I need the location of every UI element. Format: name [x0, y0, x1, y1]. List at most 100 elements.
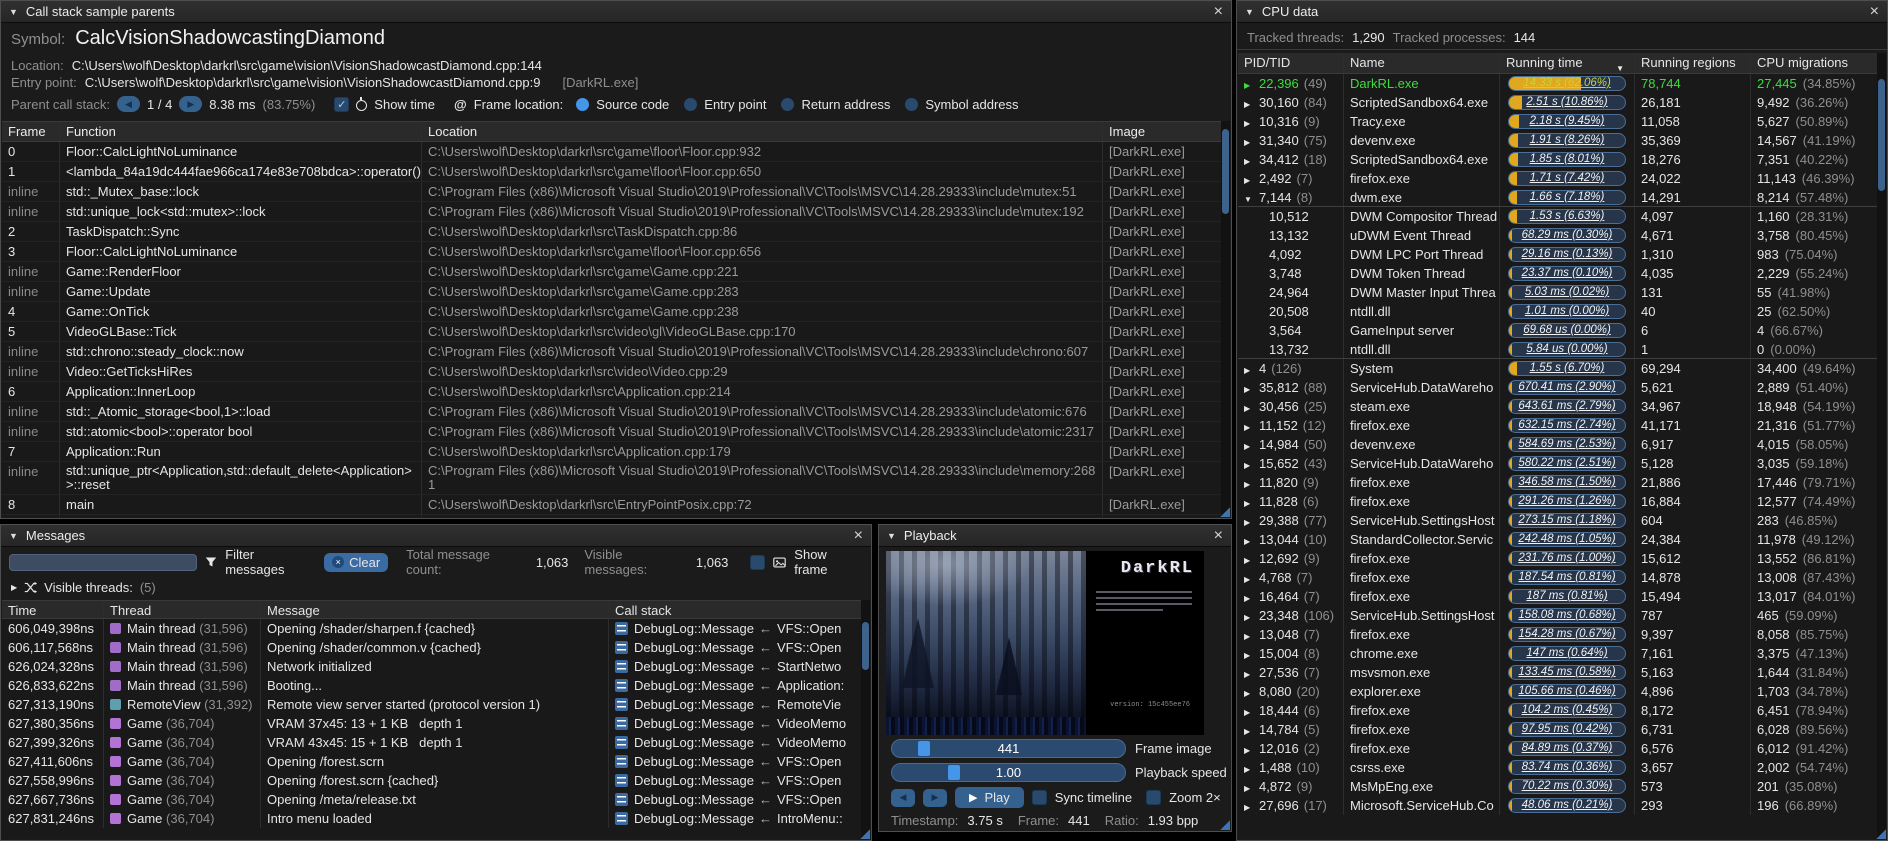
col-name[interactable]: Name: [1344, 53, 1500, 73]
cpu-process-row[interactable]: ▶34,412(18) ScriptedSandbox64.exe 1.85 s…: [1238, 150, 1886, 169]
cpu-process-row[interactable]: 24,964 DWM Master Input Threa 5.03 ms (0…: [1238, 283, 1886, 302]
callstack-frame-row[interactable]: 2 TaskDispatch::Sync C:\Users\wolf\Deskt…: [2, 222, 1230, 242]
message-row[interactable]: 627,831,246ns Game (36,704) Intro menu l…: [2, 809, 870, 828]
callstack-frame-row[interactable]: inline std::_Atomic_storage<bool,1>::loa…: [2, 402, 1230, 422]
callstack-frame-row[interactable]: 1 <lambda_84a19dc444fae966ca174e83e708bd…: [2, 162, 1230, 182]
scrollbar-handle[interactable]: [862, 622, 869, 670]
cpu-process-row[interactable]: ▶30,160(84) ScriptedSandbox64.exe 2.51 s…: [1238, 93, 1886, 112]
callstack-frame-row[interactable]: inline std::atomic<bool>::operator bool …: [2, 422, 1230, 442]
cpu-process-row[interactable]: 13,732 ntdll.dll 5.84 us (0.00%) 1 0(0.0…: [1238, 340, 1886, 359]
callstack-frame-row[interactable]: 0 Floor::CalcLightNoLuminance C:\Users\w…: [2, 142, 1230, 162]
tree-expand-icon[interactable]: ▶: [1244, 95, 1259, 112]
cpu-process-row[interactable]: ▶22,396(49) DarkRL.exe 14.33 s (62.06%) …: [1238, 74, 1886, 93]
radio-return-address[interactable]: [781, 98, 794, 111]
message-row[interactable]: 627,399,326ns Game (36,704) VRAM 43x45: …: [2, 733, 870, 752]
cpu-process-row[interactable]: ▶31,340(75) devenv.exe 1.91 s (8.26%) 35…: [1238, 131, 1886, 150]
callstack-frame-row[interactable]: inline std::_Mutex_base::lock C:\Program…: [2, 182, 1230, 202]
cpu-process-row[interactable]: 3,748 DWM Token Thread 23.37 ms (0.10%) …: [1238, 264, 1886, 283]
message-row[interactable]: 627,380,356ns Game (36,704) VRAM 37x45: …: [2, 714, 870, 733]
scrollbar-handle[interactable]: [1878, 79, 1885, 191]
tree-expand-icon[interactable]: ▶: [1244, 513, 1259, 530]
message-callstack-cell[interactable]: DebugLog::Message←IntroMenu::: [609, 809, 870, 828]
message-row[interactable]: 606,049,398ns Main thread (31,596) Openi…: [2, 619, 870, 638]
close-icon[interactable]: ×: [1214, 4, 1223, 20]
step-back-button[interactable]: ◀: [891, 789, 915, 807]
message-row[interactable]: 606,117,568ns Main thread (31,596) Openi…: [2, 638, 870, 657]
callstack-frame-row[interactable]: inline Game::RenderFloor C:\Users\wolf\D…: [2, 262, 1230, 282]
col-pid-tid[interactable]: PID/TID: [1238, 53, 1344, 73]
cpu-process-row[interactable]: ▶18,444(6) firefox.exe 104.2 ms (0.45%) …: [1238, 701, 1886, 720]
col-running-time[interactable]: Running time▼: [1500, 53, 1635, 73]
callstack-frame-row[interactable]: inline std::unique_lock<std::mutex>::loc…: [2, 202, 1230, 222]
play-button[interactable]: ▶ Play: [955, 787, 1024, 808]
close-icon[interactable]: ×: [1870, 4, 1879, 20]
tree-expand-icon[interactable]: ▶: [1244, 114, 1259, 131]
callstack-frame-row[interactable]: inline invoke_main d:\agent\_work\63\s\s…: [2, 515, 1230, 517]
tree-expand-icon[interactable]: ▶: [1244, 589, 1259, 606]
tree-expand-icon[interactable]: ▶: [1244, 608, 1259, 625]
cpu-process-row[interactable]: ▶15,004(8) chrome.exe 147 ms (0.64%) 7,1…: [1238, 644, 1886, 663]
scrollbar-handle[interactable]: [1222, 129, 1229, 214]
messages-scrollbar[interactable]: [861, 600, 870, 839]
cpu-process-row[interactable]: ▶12,692(9) firefox.exe 231.76 ms (1.00%)…: [1238, 549, 1886, 568]
cpu-process-row[interactable]: ▶15,652(43) ServiceHub.DataWareho 580.22…: [1238, 454, 1886, 473]
callstack-frame-row[interactable]: inline std::unique_ptr<Application,std::…: [2, 462, 1230, 495]
tree-expand-icon[interactable]: ▶: [1244, 741, 1259, 758]
show-time-checkbox[interactable]: ✓: [334, 97, 349, 112]
tree-expand-icon[interactable]: ▶: [1244, 380, 1259, 397]
cpu-process-row[interactable]: ▶30,456(25) steam.exe 643.61 ms (2.79%) …: [1238, 397, 1886, 416]
col-frame[interactable]: Frame: [2, 122, 60, 141]
callstack-scrollbar[interactable]: [1221, 121, 1230, 517]
resize-grip[interactable]: [1875, 828, 1886, 839]
tree-expand-icon[interactable]: ▶: [1244, 703, 1259, 720]
message-callstack-cell[interactable]: DebugLog::Message←VFS::Open: [609, 638, 870, 657]
radio-entry-point[interactable]: [684, 98, 697, 111]
tree-expand-icon[interactable]: ▶: [1244, 646, 1259, 663]
cpu-process-row[interactable]: ▶10,316(9) Tracy.exe 2.18 s (9.45%) 11,0…: [1238, 112, 1886, 131]
close-icon[interactable]: ×: [854, 528, 863, 544]
collapse-icon[interactable]: ▼: [1245, 7, 1254, 17]
tree-expand-icon[interactable]: ▶: [1244, 532, 1259, 549]
cpu-process-row[interactable]: ▶4,768(7) firefox.exe 187.54 ms (0.81%) …: [1238, 568, 1886, 587]
callstack-frame-row[interactable]: 7 Application::Run C:\Users\wolf\Desktop…: [2, 442, 1230, 462]
zoom-2x-checkbox[interactable]: [1146, 790, 1161, 805]
cpu-process-row[interactable]: ▶11,152(12) firefox.exe 632.15 ms (2.74%…: [1238, 416, 1886, 435]
message-row[interactable]: 626,833,622ns Main thread (31,596) Booti…: [2, 676, 870, 695]
playback-speed-slider[interactable]: 1.00: [891, 763, 1126, 782]
tree-expand-icon[interactable]: ▼: [1244, 190, 1259, 206]
tree-expand-icon[interactable]: ▶: [1244, 399, 1259, 416]
cpu-process-row[interactable]: ▶13,044(10) StandardCollector.Servic 242…: [1238, 530, 1886, 549]
collapse-icon[interactable]: ▼: [887, 531, 896, 541]
col-callstack[interactable]: Call stack: [609, 601, 870, 618]
tree-expand-icon[interactable]: ▶: [1244, 361, 1259, 378]
tree-expand-icon[interactable]: ▶: [1244, 76, 1259, 93]
cpu-process-row[interactable]: ▶11,820(9) firefox.exe 346.58 ms (1.50%)…: [1238, 473, 1886, 492]
show-frame-checkbox[interactable]: [750, 555, 765, 570]
message-callstack-cell[interactable]: DebugLog::Message←VideoMemo: [609, 733, 870, 752]
col-cpu-migrations[interactable]: CPU migrations: [1751, 53, 1886, 73]
resize-grip[interactable]: [1219, 819, 1230, 830]
message-callstack-cell[interactable]: DebugLog::Message←VFS::Open: [609, 752, 870, 771]
clear-button[interactable]: × Clear: [324, 553, 388, 572]
cpu-process-row[interactable]: ▶14,984(50) devenv.exe 584.69 ms (2.53%)…: [1238, 435, 1886, 454]
cpu-scrollbar[interactable]: [1877, 53, 1886, 839]
callstack-frame-row[interactable]: inline Video::GetTicksHiRes C:\Users\wol…: [2, 362, 1230, 382]
col-time[interactable]: Time: [2, 601, 104, 618]
cpu-process-row[interactable]: ▶4,872(9) MsMpEng.exe 70.22 ms (0.30%) 5…: [1238, 777, 1886, 796]
tree-expand-icon[interactable]: ▶: [1244, 570, 1259, 587]
cpu-process-row[interactable]: ▼7,144(8) dwm.exe 1.66 s (7.18%) 14,291 …: [1238, 188, 1886, 207]
cpu-process-row[interactable]: 3,564 GameInput server 69.68 us (0.00%) …: [1238, 321, 1886, 340]
tree-expand-icon[interactable]: ▶: [1244, 437, 1259, 454]
cpu-process-row[interactable]: 4,092 DWM LPC Port Thread 29.16 ms (0.13…: [1238, 245, 1886, 264]
message-callstack-cell[interactable]: DebugLog::Message←Application:: [609, 676, 870, 695]
collapse-icon[interactable]: ▼: [9, 531, 18, 541]
col-thread[interactable]: Thread: [104, 601, 261, 618]
callstack-frame-row[interactable]: 5 VideoGLBase::Tick C:\Users\wolf\Deskto…: [2, 322, 1230, 342]
next-callstack-button[interactable]: ▶: [179, 96, 202, 112]
sync-timeline-checkbox[interactable]: [1032, 790, 1047, 805]
step-forward-button[interactable]: ▶: [923, 789, 947, 807]
radio-source-code[interactable]: [576, 98, 589, 111]
tree-expand-icon[interactable]: ▶: [1244, 684, 1259, 701]
tree-expand-icon[interactable]: ▶: [1244, 551, 1259, 568]
callstack-frame-row[interactable]: inline Game::Update C:\Users\wolf\Deskto…: [2, 282, 1230, 302]
